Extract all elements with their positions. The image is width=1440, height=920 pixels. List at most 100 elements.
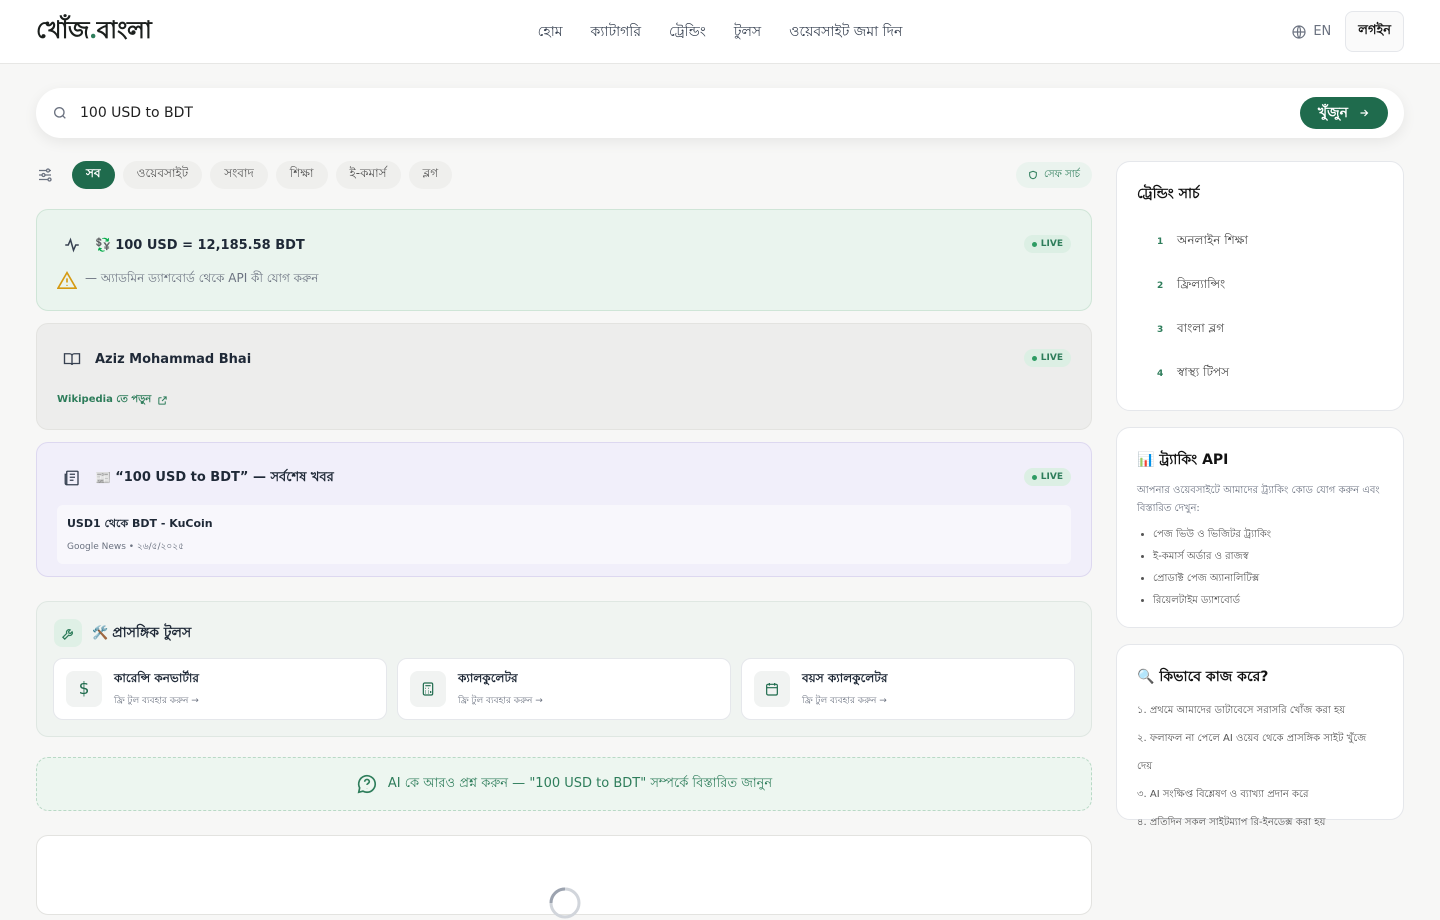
tracking-feature: রিয়েলটাইম ড্যাশবোর্ড <box>1153 590 1383 612</box>
search-button[interactable]: খুঁজুন <box>1299 97 1388 129</box>
tools-emoji: 🛠️ <box>92 625 109 641</box>
filter-chip-website[interactable]: ওয়েবসাইট <box>122 161 203 189</box>
dollar-icon: $ <box>66 671 102 707</box>
filter-chip-all[interactable]: সব <box>72 161 115 189</box>
help-circle-icon <box>357 774 376 794</box>
loading-card <box>36 835 1092 919</box>
arrow-right-icon <box>1360 109 1369 117</box>
tool-calculator[interactable]: ক্যালকুলেটর ফ্রি টুল ব্যবহার করুন → <box>397 658 731 720</box>
sliders-icon[interactable] <box>36 166 54 184</box>
tool-sub: ফ্রি টুল ব্যবহার করুন → <box>458 696 543 706</box>
activity-icon <box>59 232 85 258</box>
how-step: ৪. প্রতিদিন সকল সাইটম্যাপ রি-ইনডেক্স করা… <box>1137 817 1326 828</box>
news-title: “100 USD to BDT” — সর্বশেষ খবর <box>115 469 334 485</box>
logo-tail: বাংলা <box>96 14 152 44</box>
safe-search-label: সেফ সার্চ <box>1043 168 1080 180</box>
trending-item[interactable]: 3 বাংলা ব্লগ <box>1137 308 1383 352</box>
tracking-title: 📊 ট্র্যাকিং API <box>1137 452 1229 468</box>
tracking-feature: ই-কমার্স অর্ডার ও রাজস্ব <box>1153 546 1383 568</box>
search-input[interactable]: 100 USD to BDT <box>80 105 193 121</box>
news-card: 📰 “100 USD to BDT” — সর্বশেষ খবর LIVE US… <box>36 442 1092 577</box>
tool-sub: ফ্রি টুল ব্যবহার করুন → <box>802 696 887 706</box>
wiki-card: Aziz Mohammad Bhai LIVE Wikipedia তে পড়… <box>36 323 1092 430</box>
safe-search-toggle[interactable]: সেফ সার্চ <box>1015 162 1092 188</box>
trending-item[interactable]: 1 অনলাইন শিক্ষা <box>1137 220 1383 264</box>
currency-title: 100 USD = 12,185.58 BDT <box>115 237 305 253</box>
tool-name: কারেন্সি কনভার্টার <box>114 671 199 685</box>
book-icon <box>59 346 85 372</box>
filter-chip-ecommerce[interactable]: ই-কমার্স <box>335 161 401 189</box>
currency-card: 💱 100 USD = 12,185.58 BDT LIVE — অ্যাডমি… <box>36 209 1092 311</box>
warning-text: — অ্যাডমিন ড্যাশবোর্ড থেকে API কী যোগ কর… <box>85 271 319 285</box>
nav-tools[interactable]: টুলস <box>734 20 761 44</box>
tool-name: বয়স ক্যালকুলেটর <box>802 671 888 685</box>
trending-title: ট্রেন্ডিং সার্চ <box>1137 186 1200 202</box>
how-step: ৩. AI সংক্ষিপ্ত বিশ্লেষণ ও ব্যাখ্যা প্রদ… <box>1137 789 1309 800</box>
wikipedia-link-label: Wikipedia তে পড়ুন <box>57 394 152 405</box>
newspaper-icon <box>59 465 85 491</box>
how-steps: ১. প্রথমে আমাদের ডাটাবেসে সরাসরি খোঁজ কর… <box>1137 697 1383 837</box>
warning-icon <box>57 271 77 289</box>
search-icon <box>54 107 66 119</box>
nav-category[interactable]: ক্যাটাগরি <box>591 20 641 44</box>
tools-grid: $ কারেন্সি কনভার্টার ফ্রি টুল ব্যবহার করু… <box>53 658 1075 720</box>
main-nav: হোম ক্যাটাগরি ট্রেন্ডিং টুলস ওয়েবসাইট জ… <box>538 20 903 44</box>
news-item-meta: Google News • ২৬/৫/২০২৫ <box>67 542 184 552</box>
trending-list: 1 অনলাইন শিক্ষা 2 ফ্রিল্যান্সিং 3 বাংলা ব্ল… <box>1137 220 1383 396</box>
trending-item[interactable]: 4 স্বাস্থ্য টিপস <box>1137 352 1383 396</box>
external-link-icon <box>158 396 167 405</box>
globe-icon <box>1292 24 1306 39</box>
tools-title: প্রাসঙ্গিক টুলস <box>112 625 192 641</box>
nav-home[interactable]: হোম <box>538 20 563 44</box>
logo[interactable]: খোঁজ.বাংলা <box>36 12 152 52</box>
filter-chip-news[interactable]: সংবাদ <box>210 161 268 189</box>
how-title: 🔍 কিভাবে কাজ করে? <box>1137 669 1269 685</box>
live-badge: LIVE <box>1023 349 1071 367</box>
tool-age-calculator[interactable]: বয়স ক্যালকুলেটর ফ্রি টুল ব্যবহার করুন → <box>741 658 1075 720</box>
news-emoji: 📰 <box>95 470 112 486</box>
tools-card: 🛠️ প্রাসঙ্গিক টুলস $ কারেন্সি কনভার্টার ফ… <box>36 601 1092 737</box>
tool-sub: ফ্রি টুল ব্যবহার করুন → <box>114 696 199 706</box>
login-button[interactable]: লগইন <box>1345 11 1404 52</box>
news-item[interactable]: USD1 থেকে BDT - KuCoin Google News • ২৬/… <box>57 505 1071 564</box>
filter-chip-blog[interactable]: ব্লগ <box>408 161 453 189</box>
wrench-icon <box>54 619 82 647</box>
live-badge: LIVE <box>1023 468 1071 486</box>
wikipedia-link[interactable]: Wikipedia তে পড়ুন <box>57 392 168 409</box>
language-switch[interactable]: EN <box>1291 24 1331 40</box>
tracking-api-panel: 📊 ট্র্যাকিং API আপনার ওয়েবসাইটে আমাদের … <box>1116 427 1404 628</box>
calculator-icon <box>410 671 446 707</box>
tracking-feature: প্রোডাক্ট পেজ অ্যানালিটিক্স <box>1153 568 1383 590</box>
shield-icon <box>1029 170 1037 180</box>
tool-currency-converter[interactable]: $ কারেন্সি কনভার্টার ফ্রি টুল ব্যবহার করু… <box>53 658 387 720</box>
trending-item[interactable]: 2 ফ্রিল্যান্সিং <box>1137 264 1383 308</box>
logo-dot: . <box>88 14 97 44</box>
tracking-feature: পেজ ভিউ ও ভিজিটর ট্র্যাকিং <box>1153 524 1383 546</box>
language-label: EN <box>1313 24 1332 39</box>
calendar-icon <box>754 671 790 707</box>
wiki-title: Aziz Mohammad Bhai <box>95 351 252 367</box>
search-button-label: খুঁজুন <box>1317 105 1348 121</box>
filter-bar: সব ওয়েবসাইট সংবাদ শিক্ষা ই-কমার্স ব্লগ … <box>36 160 1092 190</box>
filter-chip-education[interactable]: শিক্ষা <box>275 161 328 189</box>
live-badge: LIVE <box>1023 235 1071 253</box>
search-bar[interactable]: 100 USD to BDT খুঁজুন <box>36 88 1404 138</box>
ask-ai-label: AI কে আরও প্রশ্ন করুন — "100 USD to BDT"… <box>387 775 773 791</box>
logo-main: খোঁজ <box>36 14 89 44</box>
news-item-title: USD1 থেকে BDT - KuCoin <box>67 517 213 530</box>
ask-ai-button[interactable]: AI কে আরও প্রশ্ন করুন — "100 USD to BDT"… <box>36 757 1092 811</box>
trending-panel: ট্রেন্ডিং সার্চ 1 অনলাইন শিক্ষা 2 ফ্রিল্যা… <box>1116 161 1404 411</box>
tracking-description: আপনার ওয়েবসাইটে আমাদের ট্র্যাকিং কোড যো… <box>1137 485 1380 514</box>
how-step: ১. প্রথমে আমাদের ডাটাবেসে সরাসরি খোঁজ কর… <box>1137 705 1346 716</box>
api-warning: — অ্যাডমিন ড্যাশবোর্ড থেকে API কী যোগ কর… <box>57 270 318 290</box>
tracking-features: পেজ ভিউ ও ভিজিটর ট্র্যাকিং ই-কমার্স অর্ড… <box>1137 524 1383 612</box>
nav-submit-site[interactable]: ওয়েবসাইট জমা দিন <box>789 20 902 44</box>
tool-name: ক্যালকুলেটর <box>458 671 518 685</box>
how-step: ২. ফলাফল না পেলে AI ওয়েব থেকে প্রাসঙ্গি… <box>1137 733 1367 772</box>
how-it-works-panel: 🔍 কিভাবে কাজ করে? ১. প্রথমে আমাদের ডাটাব… <box>1116 644 1404 828</box>
loading-spinner-icon <box>549 887 581 919</box>
nav-trending[interactable]: ট্রেন্ডিং <box>669 20 706 44</box>
header-actions: EN লগইন <box>1291 11 1404 52</box>
currency-emoji: 💱 <box>95 237 112 253</box>
top-header: খোঁজ.বাংলা হোম ক্যাটাগরি ট্রেন্ডিং টুলস … <box>0 0 1440 64</box>
